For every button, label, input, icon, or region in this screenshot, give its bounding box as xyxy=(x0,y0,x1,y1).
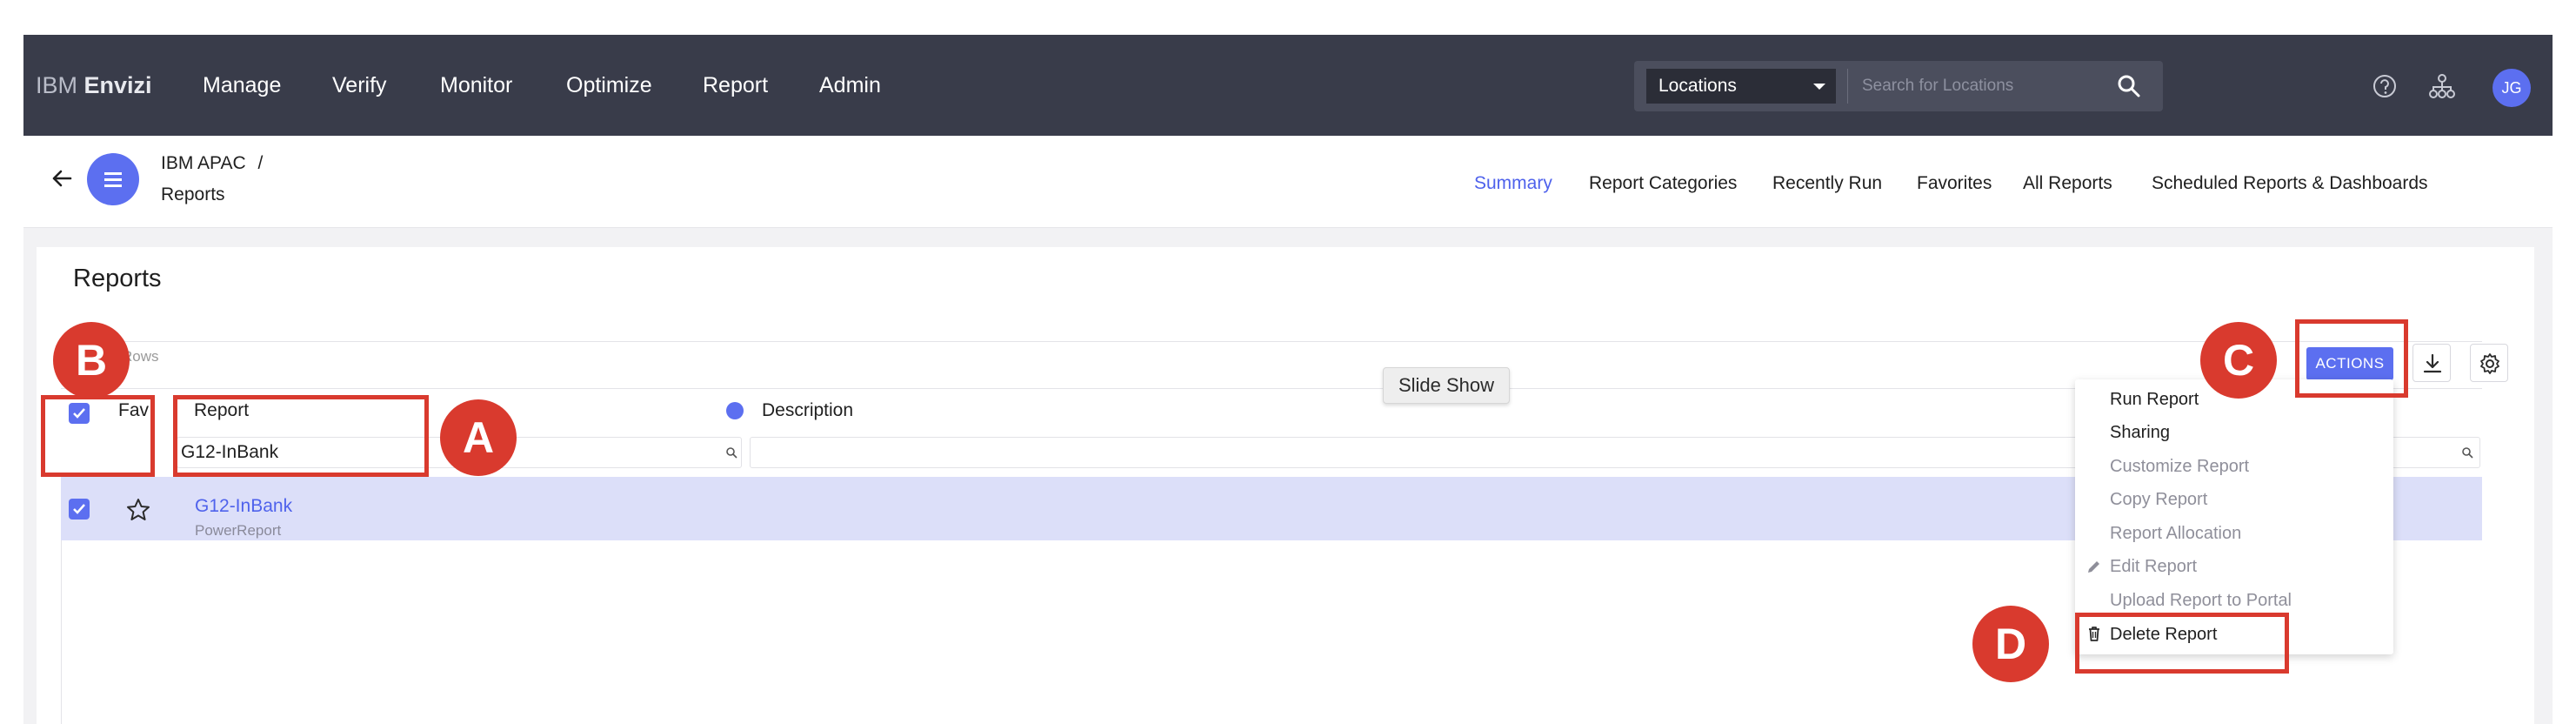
tab-all-reports[interactable]: All Reports xyxy=(2023,173,2112,194)
search-icon xyxy=(2462,447,2473,459)
tab-scheduled-reports[interactable]: Scheduled Reports & Dashboards xyxy=(2152,173,2428,194)
nav-admin[interactable]: Admin xyxy=(819,35,881,136)
panel-title: Reports xyxy=(73,265,162,292)
tab-summary[interactable]: Summary xyxy=(1474,173,1552,194)
tab-favorites[interactable]: Favorites xyxy=(1917,173,1992,194)
favorite-star-icon[interactable] xyxy=(125,497,151,523)
pencil-icon xyxy=(2088,561,2099,573)
column-header-description[interactable]: Description xyxy=(762,400,853,421)
annotation-box-b xyxy=(41,395,155,477)
annotation-box-c xyxy=(2295,319,2408,398)
annotation-marker-a: A xyxy=(440,399,517,476)
menu-item-edit-report: Edit Report xyxy=(2110,557,2198,576)
back-arrow-icon[interactable] xyxy=(48,164,76,192)
annotation-box-a xyxy=(173,395,429,477)
location-type-value: Locations xyxy=(1658,76,1737,96)
search-icon[interactable] xyxy=(2116,73,2142,99)
brand-light-text: IBM xyxy=(36,72,78,98)
nav-verify[interactable]: Verify xyxy=(332,35,387,136)
help-icon[interactable] xyxy=(2370,71,2399,101)
location-type-select[interactable]: Locations xyxy=(1646,69,1836,104)
annotation-box-d xyxy=(2075,613,2289,674)
menu-item-copy-report: Copy Report xyxy=(2110,490,2208,509)
caret-down-icon xyxy=(1813,84,1825,90)
report-name-link[interactable]: G12-InBank xyxy=(195,496,292,517)
breadcrumb-parent-label[interactable]: IBM APAC xyxy=(161,153,246,173)
menu-line-icon xyxy=(104,178,122,181)
menu-line-icon xyxy=(104,184,122,187)
nav-report[interactable]: Report xyxy=(703,35,768,136)
nav-monitor[interactable]: Monitor xyxy=(440,35,512,136)
menu-item-report-allocation: Report Allocation xyxy=(2110,524,2242,543)
menu-item-customize-report: Customize Report xyxy=(2110,457,2250,476)
search-divider xyxy=(1847,69,1848,104)
download-button[interactable] xyxy=(2412,344,2451,382)
brand-bold-text: Envizi xyxy=(83,72,152,98)
search-input[interactable]: Search for Locations xyxy=(1862,61,2013,111)
nav-optimize[interactable]: Optimize xyxy=(566,35,652,136)
location-search-box: Locations Search for Locations xyxy=(1634,61,2163,111)
hierarchy-icon[interactable] xyxy=(2427,71,2457,101)
brand-logo[interactable]: IBM Envizi xyxy=(36,35,152,136)
avatar[interactable]: JG xyxy=(2493,69,2531,107)
report-type-label: PowerReport xyxy=(195,522,282,539)
tab-report-categories[interactable]: Report Categories xyxy=(1589,173,1737,194)
check-icon xyxy=(73,504,85,514)
slide-show-tooltip: Slide Show xyxy=(1383,367,1510,404)
table-border xyxy=(61,540,62,724)
menu-item-run-report[interactable]: Run Report xyxy=(2110,390,2199,410)
tab-recently-run[interactable]: Recently Run xyxy=(1772,173,1882,194)
sub-nav-bar: IBM APAC / Reports Summary Report Catego… xyxy=(23,136,2553,228)
menu-button[interactable] xyxy=(87,153,139,205)
settings-icon xyxy=(2480,353,2499,374)
settings-button[interactable] xyxy=(2470,344,2508,382)
nav-manage[interactable]: Manage xyxy=(203,35,281,136)
menu-item-sharing[interactable]: Sharing xyxy=(2110,423,2170,443)
row-checkbox[interactable] xyxy=(69,499,90,520)
annotation-marker-d: D xyxy=(1972,606,2049,682)
search-icon xyxy=(726,447,737,459)
breadcrumb-separator: / xyxy=(257,153,264,173)
menu-line-icon xyxy=(104,172,122,175)
menu-item-upload-report: Upload Report to Portal xyxy=(2110,591,2292,610)
page: IBM Envizi Manage Verify Monitor Optimiz… xyxy=(0,0,2576,724)
breadcrumb-current: Reports xyxy=(161,184,225,204)
annotation-marker-b: B xyxy=(53,322,130,399)
breadcrumb-parent[interactable]: IBM APAC / xyxy=(161,153,263,174)
annotation-marker-c: C xyxy=(2200,322,2277,399)
description-indicator-icon xyxy=(726,402,744,419)
top-nav-bar: IBM Envizi Manage Verify Monitor Optimiz… xyxy=(23,35,2553,136)
download-icon xyxy=(2423,353,2442,373)
divider xyxy=(61,341,2482,342)
